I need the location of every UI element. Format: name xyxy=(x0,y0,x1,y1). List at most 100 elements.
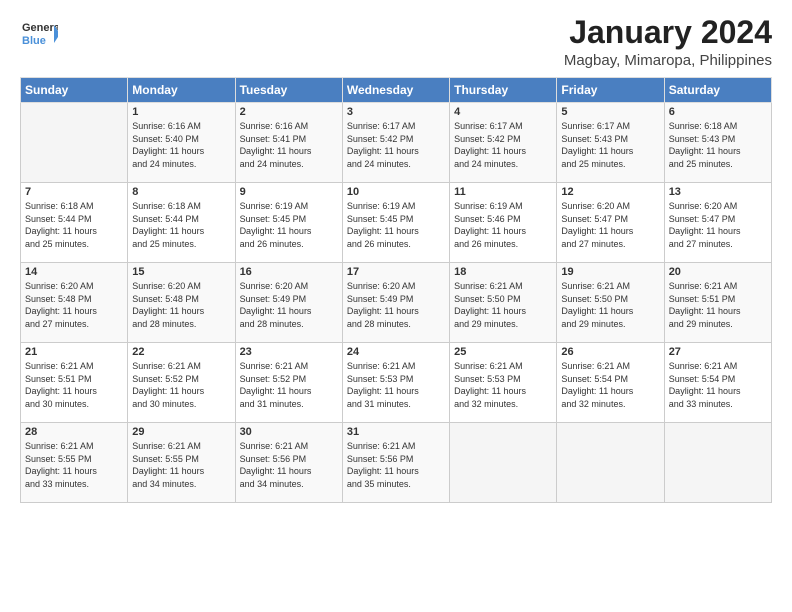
day-number: 30 xyxy=(240,426,338,438)
calendar-cell: 26 Sunrise: 6:21 AMSunset: 5:54 PMDayligh… xyxy=(557,343,664,423)
header: General Blue January 2024 Magbay, Mimaro… xyxy=(20,15,772,69)
page: General Blue January 2024 Magbay, Mimaro… xyxy=(0,0,792,612)
day-number: 11 xyxy=(454,186,552,198)
day-info: Sunrise: 6:21 AMSunset: 5:56 PMDaylight:… xyxy=(240,440,338,490)
day-number: 5 xyxy=(561,106,659,118)
calendar-cell: 8Sunrise: 6:18 AMSunset: 5:44 PMDaylight… xyxy=(128,183,235,263)
day-number: 22 xyxy=(132,346,230,358)
day-info: Sunrise: 6:16 AMSunset: 5:41 PMDaylight:… xyxy=(240,120,338,170)
calendar-cell: 11 Sunrise: 6:19 AMSunset: 5:46 PMDayligh… xyxy=(450,183,557,263)
day-number: 10 xyxy=(347,186,445,198)
day-info: Sunrise: 6:17 AMSunset: 5:42 PMDaylight:… xyxy=(347,120,445,170)
day-info: Sunrise: 6:20 AMSunset: 5:48 PMDaylight:… xyxy=(132,280,230,330)
day-number: 7 xyxy=(25,186,123,198)
calendar-week-row: 21 Sunrise: 6:21 AMSunset: 5:51 PMDayligh… xyxy=(21,343,772,423)
svg-text:Blue: Blue xyxy=(22,35,46,47)
calendar-cell: 13Sunrise: 6:20 AMSunset: 5:47 PMDayligh… xyxy=(664,183,771,263)
day-info: Sunrise: 6:21 AMSunset: 5:55 PMDaylight:… xyxy=(132,440,230,490)
calendar-cell xyxy=(21,103,128,183)
subtitle: Magbay, Mimaropa, Philippines xyxy=(564,52,772,69)
day-number: 14 xyxy=(25,266,123,278)
day-number: 29 xyxy=(132,426,230,438)
day-number: 27 xyxy=(669,346,767,358)
calendar-cell xyxy=(450,423,557,503)
day-info: Sunrise: 6:21 AMSunset: 5:53 PMDaylight:… xyxy=(347,360,445,410)
day-info: Sunrise: 6:17 AMSunset: 5:42 PMDaylight:… xyxy=(454,120,552,170)
calendar-cell: 23Sunrise: 6:21 AMSunset: 5:52 PMDayligh… xyxy=(235,343,342,423)
calendar-header-tuesday: Tuesday xyxy=(235,78,342,103)
day-number: 2 xyxy=(240,106,338,118)
calendar-cell: 21 Sunrise: 6:21 AMSunset: 5:51 PMDayligh… xyxy=(21,343,128,423)
calendar-header-row: SundayMondayTuesdayWednesdayThursdayFrid… xyxy=(21,78,772,103)
calendar-cell xyxy=(557,423,664,503)
day-number: 19 xyxy=(561,266,659,278)
day-info: Sunrise: 6:21 AMSunset: 5:53 PMDaylight:… xyxy=(454,360,552,410)
calendar-week-row: 28 Sunrise: 6:21 AMSunset: 5:55 PMDayligh… xyxy=(21,423,772,503)
day-number: 9 xyxy=(240,186,338,198)
day-number: 6 xyxy=(669,106,767,118)
day-number: 28 xyxy=(25,426,123,438)
calendar-cell: 24 Sunrise: 6:21 AMSunset: 5:53 PMDayligh… xyxy=(342,343,449,423)
day-number: 8 xyxy=(132,186,230,198)
day-number: 18 xyxy=(454,266,552,278)
day-info: Sunrise: 6:17 AMSunset: 5:43 PMDaylight:… xyxy=(561,120,659,170)
calendar-cell: 6 Sunrise: 6:18 AMSunset: 5:43 PMDaylight… xyxy=(664,103,771,183)
calendar-cell: 15 Sunrise: 6:20 AMSunset: 5:48 PMDayligh… xyxy=(128,263,235,343)
calendar-header-thursday: Thursday xyxy=(450,78,557,103)
calendar-cell: 28Sunrise: 6:21 AMSunset: 5:55 PMDayligh… xyxy=(21,423,128,503)
day-info: Sunrise: 6:16 AMSunset: 5:40 PMDaylight:… xyxy=(132,120,230,170)
day-number: 26 xyxy=(561,346,659,358)
day-info: Sunrise: 6:20 AMSunset: 5:49 PMDaylight:… xyxy=(347,280,445,330)
calendar-cell: 22 Sunrise: 6:21 AMSunset: 5:52 PMDayligh… xyxy=(128,343,235,423)
calendar-cell: 27 Sunrise: 6:21 AMSunset: 5:54 PMDayligh… xyxy=(664,343,771,423)
calendar-cell: 30 Sunrise: 6:21 AMSunset: 5:56 PMDayligh… xyxy=(235,423,342,503)
day-number: 17 xyxy=(347,266,445,278)
calendar-cell: 25 Sunrise: 6:21 AMSunset: 5:53 PMDayligh… xyxy=(450,343,557,423)
calendar-cell: 1 Sunrise: 6:16 AMSunset: 5:40 PMDaylight… xyxy=(128,103,235,183)
calendar-header-saturday: Saturday xyxy=(664,78,771,103)
day-number: 24 xyxy=(347,346,445,358)
day-info: Sunrise: 6:21 AMSunset: 5:52 PMDaylight:… xyxy=(132,360,230,410)
day-info: Sunrise: 6:21 AMSunset: 5:54 PMDaylight:… xyxy=(561,360,659,410)
calendar-cell: 9 Sunrise: 6:19 AMSunset: 5:45 PMDaylight… xyxy=(235,183,342,263)
day-number: 1 xyxy=(132,106,230,118)
calendar-cell: 18 Sunrise: 6:21 AMSunset: 5:50 PMDayligh… xyxy=(450,263,557,343)
day-info: Sunrise: 6:19 AMSunset: 5:45 PMDaylight:… xyxy=(347,200,445,250)
day-number: 21 xyxy=(25,346,123,358)
calendar-cell: 20 Sunrise: 6:21 AMSunset: 5:51 PMDayligh… xyxy=(664,263,771,343)
day-number: 31 xyxy=(347,426,445,438)
day-info: Sunrise: 6:19 AMSunset: 5:45 PMDaylight:… xyxy=(240,200,338,250)
day-info: Sunrise: 6:20 AMSunset: 5:47 PMDaylight:… xyxy=(669,200,767,250)
day-number: 15 xyxy=(132,266,230,278)
calendar-header-friday: Friday xyxy=(557,78,664,103)
day-info: Sunrise: 6:20 AMSunset: 5:49 PMDaylight:… xyxy=(240,280,338,330)
calendar-cell: 2 Sunrise: 6:16 AMSunset: 5:41 PMDaylight… xyxy=(235,103,342,183)
day-number: 20 xyxy=(669,266,767,278)
calendar-table: SundayMondayTuesdayWednesdayThursdayFrid… xyxy=(20,77,772,503)
calendar-cell: 17 Sunrise: 6:20 AMSunset: 5:49 PMDayligh… xyxy=(342,263,449,343)
calendar-cell: 19Sunrise: 6:21 AMSunset: 5:50 PMDayligh… xyxy=(557,263,664,343)
day-info: Sunrise: 6:21 AMSunset: 5:51 PMDaylight:… xyxy=(669,280,767,330)
day-info: Sunrise: 6:19 AMSunset: 5:46 PMDaylight:… xyxy=(454,200,552,250)
day-number: 4 xyxy=(454,106,552,118)
calendar-week-row: 14 Sunrise: 6:20 AMSunset: 5:48 PMDayligh… xyxy=(21,263,772,343)
day-info: Sunrise: 6:21 AMSunset: 5:56 PMDaylight:… xyxy=(347,440,445,490)
day-info: Sunrise: 6:21 AMSunset: 5:50 PMDaylight:… xyxy=(454,280,552,330)
day-number: 25 xyxy=(454,346,552,358)
day-info: Sunrise: 6:20 AMSunset: 5:48 PMDaylight:… xyxy=(25,280,123,330)
calendar-cell xyxy=(664,423,771,503)
day-info: Sunrise: 6:18 AMSunset: 5:44 PMDaylight:… xyxy=(25,200,123,250)
day-number: 12 xyxy=(561,186,659,198)
day-number: 3 xyxy=(347,106,445,118)
calendar-header-sunday: Sunday xyxy=(21,78,128,103)
calendar-cell: 4 Sunrise: 6:17 AMSunset: 5:42 PMDaylight… xyxy=(450,103,557,183)
day-info: Sunrise: 6:21 AMSunset: 5:54 PMDaylight:… xyxy=(669,360,767,410)
title-block: January 2024 Magbay, Mimaropa, Philippin… xyxy=(564,15,772,69)
day-info: Sunrise: 6:21 AMSunset: 5:51 PMDaylight:… xyxy=(25,360,123,410)
logo-svg: General Blue xyxy=(20,15,58,53)
day-info: Sunrise: 6:21 AMSunset: 5:52 PMDaylight:… xyxy=(240,360,338,410)
calendar-cell: 16Sunrise: 6:20 AMSunset: 5:49 PMDayligh… xyxy=(235,263,342,343)
day-info: Sunrise: 6:20 AMSunset: 5:47 PMDaylight:… xyxy=(561,200,659,250)
day-info: Sunrise: 6:18 AMSunset: 5:43 PMDaylight:… xyxy=(669,120,767,170)
calendar-header-monday: Monday xyxy=(128,78,235,103)
